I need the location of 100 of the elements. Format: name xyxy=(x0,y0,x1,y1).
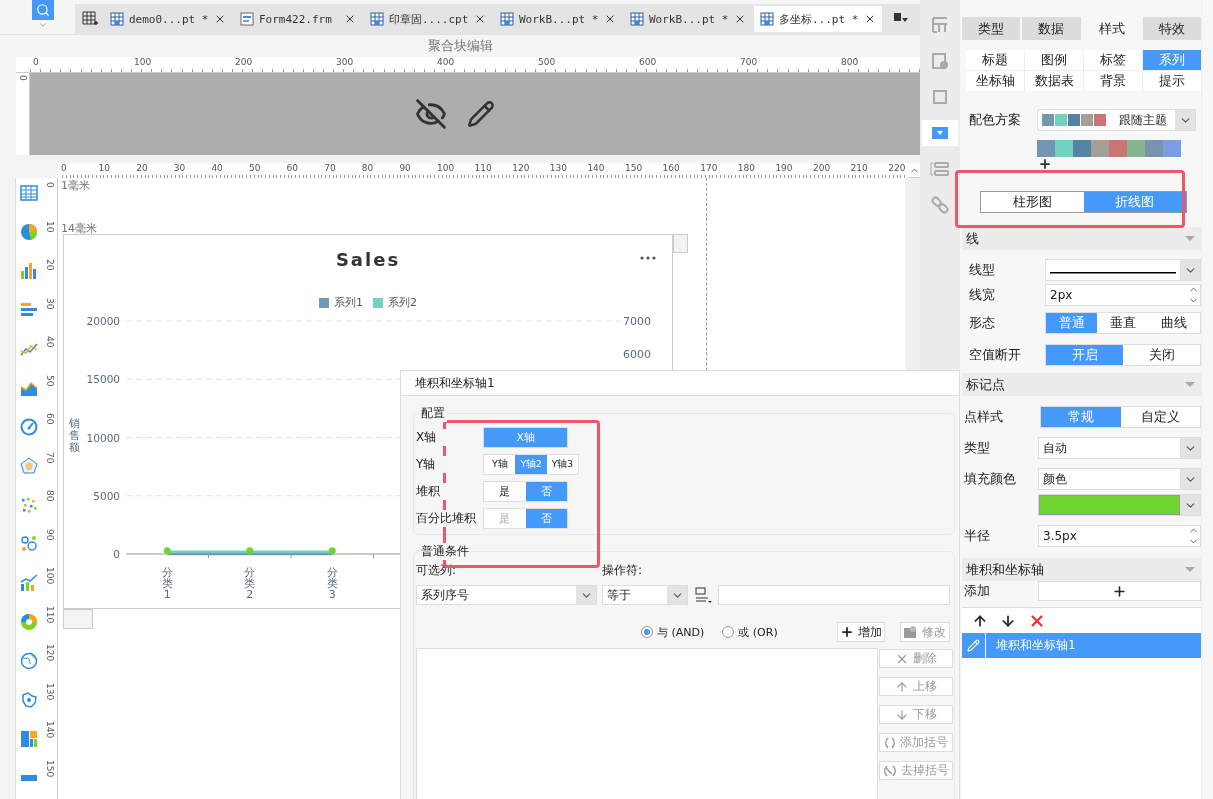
style-tab[interactable]: 提示 xyxy=(1143,71,1201,91)
field-label: 空值断开 xyxy=(969,346,1022,364)
edit-icon[interactable] xyxy=(967,639,980,652)
style-tab[interactable]: 图例 xyxy=(1025,50,1083,70)
radius-field[interactable]: 3.5px xyxy=(1038,525,1201,547)
axis-tick-label: 10000 xyxy=(86,431,120,444)
form-fields-icon[interactable] xyxy=(930,161,950,177)
section-header[interactable]: 线 xyxy=(962,227,1201,250)
palette-color[interactable] xyxy=(1073,140,1091,157)
close-icon[interactable] xyxy=(474,13,486,25)
ruler-label: 110 xyxy=(45,605,55,623)
fill-color-picker[interactable] xyxy=(1038,494,1201,516)
ruler-label: 800 xyxy=(841,57,859,67)
panel-tab[interactable]: 特效 xyxy=(1142,17,1201,40)
brackets-icon xyxy=(884,736,896,749)
style-tab[interactable]: 数据表 xyxy=(1025,71,1083,91)
editor-title: 聚合块编辑 xyxy=(0,35,920,57)
palette-color[interactable] xyxy=(1109,140,1127,157)
link-icon[interactable] xyxy=(931,196,949,214)
palette-color[interactable] xyxy=(1145,140,1163,157)
ruler-label: 0 xyxy=(45,182,55,188)
palette-color[interactable] xyxy=(1127,140,1145,157)
operator-dropdown[interactable]: 等于 xyxy=(602,585,688,605)
line-style-dropdown[interactable] xyxy=(1045,259,1201,281)
data-point xyxy=(246,547,254,555)
margin-marker: 1毫米 xyxy=(61,178,90,193)
palette-color[interactable] xyxy=(1163,140,1181,157)
panel-tab[interactable]: 数据 xyxy=(1022,17,1081,40)
radar-chart-icon[interactable] xyxy=(20,457,38,475)
file-tab[interactable]: 多坐标...pt * xyxy=(754,6,882,32)
bar-chart-icon[interactable] xyxy=(20,262,38,280)
field-label: 半径 xyxy=(964,527,991,545)
hidden-eye-icon[interactable] xyxy=(415,98,447,130)
category-label: 分类3 xyxy=(326,566,338,601)
chart-type-option[interactable]: 柱形图 xyxy=(981,192,1084,212)
radio-label[interactable]: 或 (OR) xyxy=(738,624,778,640)
section-header[interactable]: 标记点 xyxy=(962,373,1201,396)
close-icon[interactable] xyxy=(734,13,746,25)
pencil-icon[interactable] xyxy=(467,100,495,128)
close-icon[interactable] xyxy=(344,13,356,25)
scatter-chart-icon[interactable] xyxy=(20,496,38,514)
report-info-icon[interactable] xyxy=(931,52,949,70)
style-tab[interactable]: 标签 xyxy=(1084,50,1142,70)
treemap-chart-icon[interactable] xyxy=(20,730,38,748)
radio-button[interactable] xyxy=(641,626,653,638)
ruler-label: 180 xyxy=(737,163,755,173)
ruler-label: 700 xyxy=(740,57,758,67)
color-scheme-dropdown[interactable]: 跟随主题 xyxy=(1037,109,1196,131)
style-tab[interactable]: 标题 xyxy=(966,50,1024,70)
resize-handle[interactable] xyxy=(63,609,93,629)
fill-type-dropdown[interactable]: 颜色 xyxy=(1038,468,1201,490)
legend-item: 系列2 xyxy=(373,295,417,310)
radio-button[interactable] xyxy=(722,626,735,638)
close-icon[interactable] xyxy=(604,13,616,25)
caret-icon[interactable] xyxy=(37,20,48,30)
bubble-chart-icon[interactable] xyxy=(20,535,38,553)
marker-type-dropdown[interactable]: 自动 xyxy=(1038,437,1201,459)
tab-label: WorkB...pt * xyxy=(649,12,729,26)
close-icon[interactable] xyxy=(214,13,226,25)
gauge-chart-icon[interactable] xyxy=(20,418,38,436)
resize-handle[interactable] xyxy=(673,234,688,253)
section-header[interactable]: 堆积和坐标轴 xyxy=(962,558,1201,581)
palette-color[interactable] xyxy=(1091,140,1109,157)
column-dropdown[interactable]: 系列序号 xyxy=(416,585,597,605)
ruler-label: 600 xyxy=(639,57,657,67)
panel-tab[interactable]: 类型 xyxy=(962,17,1021,40)
donut-chart-icon[interactable] xyxy=(20,613,38,631)
ruler-label: 0 xyxy=(33,57,39,67)
plus-icon xyxy=(1112,583,1127,599)
field-label: 点样式 xyxy=(964,408,1004,426)
table-chart-icon[interactable] xyxy=(20,184,38,202)
area-chart-icon[interactable] xyxy=(20,379,38,397)
ruler-label: 50 xyxy=(249,163,261,173)
dropdown-widget-icon[interactable] xyxy=(931,126,949,140)
add-grid-icon[interactable] xyxy=(82,11,98,27)
combo-chart-icon[interactable] xyxy=(20,574,38,592)
line-width-field[interactable]: 2px xyxy=(1045,284,1201,306)
style-tab[interactable]: 坐标轴 xyxy=(966,71,1024,91)
formula-icon[interactable] xyxy=(693,586,713,604)
region-map-icon[interactable] xyxy=(20,691,38,709)
radio-label[interactable]: 与 (AND) xyxy=(657,624,705,640)
palette-color[interactable] xyxy=(1055,140,1073,157)
style-tab[interactable]: 背景 xyxy=(1084,71,1142,91)
pie-chart-icon[interactable] xyxy=(20,223,38,241)
globe-map-icon[interactable] xyxy=(20,652,38,670)
palette-color[interactable] xyxy=(1037,140,1055,157)
collapse-icon xyxy=(1185,567,1195,572)
grid-layout-icon[interactable] xyxy=(931,16,949,34)
ruler-label: 500 xyxy=(538,57,556,67)
add-icon[interactable] xyxy=(1038,157,1052,171)
data-point xyxy=(328,547,336,555)
group-title: 普通条件 xyxy=(419,543,471,560)
add-condition-button[interactable]: 增加 xyxy=(837,622,885,642)
solid-line-icon xyxy=(1050,272,1176,274)
tool-button[interactable] xyxy=(922,120,958,146)
value-field[interactable] xyxy=(718,585,950,605)
horizontal-bar-chart-icon[interactable] xyxy=(20,301,38,319)
close-icon[interactable] xyxy=(864,13,876,25)
field-label: 线宽 xyxy=(969,286,996,304)
square-frame-icon[interactable] xyxy=(931,88,949,106)
